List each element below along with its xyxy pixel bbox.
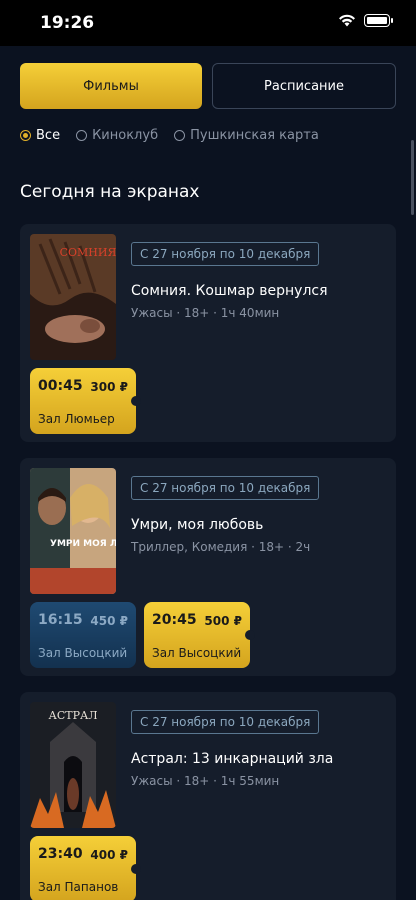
session-hall: Зал Высоцкий [152, 646, 242, 660]
date-range-badge: С 27 ноября по 10 декабря [131, 242, 320, 266]
movie-poster[interactable]: СОМНИЯ [30, 234, 116, 360]
session-hall: Зал Высоцкий [38, 646, 128, 660]
session-price: 400 ₽ [90, 848, 128, 862]
wifi-icon [339, 14, 355, 27]
session-ticket[interactable]: 00:45 300 ₽ Зал Люмьер [30, 368, 141, 434]
radio-unselected-icon [174, 130, 186, 141]
session-ticket[interactable]: 20:45 500 ₽ Зал Высоцкий [144, 602, 255, 668]
date-range-badge: С 27 ноября по 10 декабря [131, 476, 320, 500]
status-time: 19:26 [40, 13, 95, 33]
movie-meta: Ужасы · 18+ · 1ч 55мин [131, 774, 280, 788]
poster-title-text: СОМНИЯ [60, 246, 116, 259]
battery-icon [364, 14, 393, 27]
session-time: 20:45 [152, 612, 197, 628]
radio-selected-icon [20, 130, 31, 141]
filter-kinoclub-label: Киноклуб [92, 128, 159, 143]
session-hall: Зал Папанов [38, 880, 119, 894]
movie-title[interactable]: Умри, моя любовь [131, 517, 263, 533]
session-price: 450 ₽ [90, 614, 128, 628]
session-hall: Зал Люмьер [38, 412, 115, 426]
filter-kinoclub[interactable]: Киноклуб [76, 128, 158, 143]
section-title: Сегодня на экранах [20, 182, 200, 202]
movie-card[interactable]: СОМНИЯ С 27 ноября по 10 декабря Сомния.… [20, 224, 396, 442]
movie-poster[interactable]: АСТРАЛ [30, 702, 116, 828]
poster-image: АСТРАЛ [30, 702, 116, 828]
movie-poster[interactable]: УМРИ МОЯ ЛЮБОВЬ [30, 468, 116, 594]
status-icons [338, 14, 393, 27]
movie-meta: Ужасы · 18+ · 1ч 40мин [131, 306, 280, 320]
date-range-badge: С 27 ноября по 10 декабря [131, 710, 320, 734]
session-time: 23:40 [38, 846, 83, 862]
session-time: 16:15 [38, 612, 83, 628]
poster-image: СОМНИЯ [30, 234, 116, 360]
status-bar: 19:26 [0, 0, 416, 46]
filter-all-label: Все [36, 128, 61, 143]
session-price: 500 ₽ [204, 614, 242, 628]
ticket-notch [245, 630, 255, 640]
tab-films[interactable]: Фильмы [20, 63, 202, 109]
movie-card[interactable]: УМРИ МОЯ ЛЮБОВЬ С 27 ноября по 10 декабр… [20, 458, 396, 676]
scrollbar[interactable] [411, 140, 414, 215]
tab-schedule[interactable]: Расписание [212, 63, 396, 109]
filter-radios: Все Киноклуб Пушкинская карта [20, 128, 319, 143]
ticket-notch [131, 864, 141, 874]
poster-title-text: УМРИ МОЯ ЛЮБОВЬ [50, 539, 116, 549]
movie-title[interactable]: Сомния. Кошмар вернулся [131, 283, 328, 299]
session-price: 300 ₽ [90, 380, 128, 394]
filter-all[interactable]: Все [20, 128, 60, 143]
session-time: 00:45 [38, 378, 83, 394]
session-ticket[interactable]: 23:40 400 ₽ Зал Папанов [30, 836, 141, 900]
poster-image: УМРИ МОЯ ЛЮБОВЬ [30, 468, 116, 594]
segmented-tabs: Фильмы Расписание [20, 63, 396, 109]
poster-title-text: АСТРАЛ [49, 709, 98, 722]
movie-card[interactable]: АСТРАЛ С 27 ноября по 10 декабря Астрал:… [20, 692, 396, 900]
ticket-notch [131, 396, 141, 406]
filter-pushkin-card[interactable]: Пушкинская карта [174, 128, 319, 143]
session-ticket[interactable]: 16:15 450 ₽ Зал Высоцкий [30, 602, 136, 668]
movie-title[interactable]: Астрал: 13 инкарнаций зла [131, 751, 333, 767]
filter-pushkin-card-label: Пушкинская карта [190, 128, 319, 143]
radio-unselected-icon [76, 130, 88, 141]
movie-meta: Триллер, Комедия · 18+ · 2ч [131, 540, 311, 554]
